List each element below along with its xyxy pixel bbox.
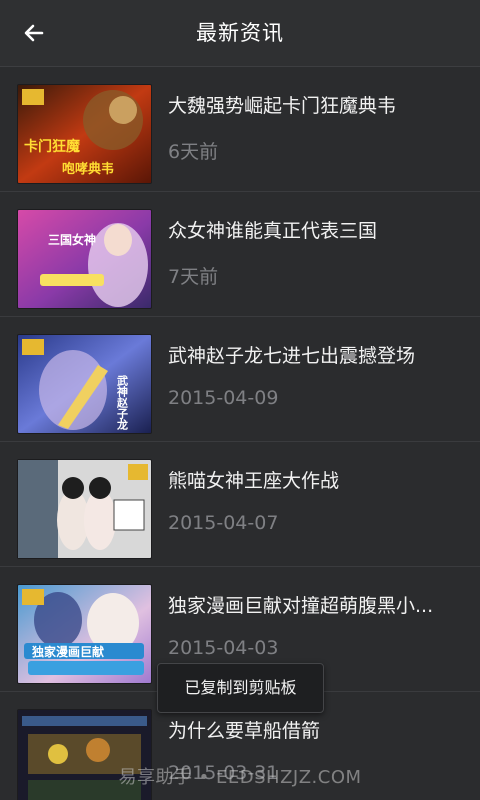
news-item-2[interactable]: 三国女神 众女神谁能真正代表三国 7天前 (0, 192, 480, 317)
news-title: 为什么要草船借箭 (168, 720, 321, 742)
news-thumbnail: 卡门狂魔 咆哮典韦 (18, 85, 151, 183)
news-item-1[interactable]: 卡门狂魔 咆哮典韦 大魏强势崛起卡门狂魔典韦 6天前 (0, 67, 480, 192)
news-date: 2015-04-09 (168, 387, 279, 409)
news-item-4[interactable]: 熊喵女神王座大作战 2015-04-07 (0, 442, 480, 567)
svg-text:武神赵子龙: 武神赵子龙 (116, 374, 130, 431)
svg-text:咆哮典韦: 咆哮典韦 (62, 161, 114, 177)
svg-text:独家漫画巨献: 独家漫画巨献 (31, 644, 104, 659)
top-app-bar: 最新资讯 (0, 0, 480, 67)
news-date: 6天前 (168, 141, 219, 163)
news-thumbnail: 三国女神 (18, 210, 151, 308)
watermark-text: 易享助手 • EEDSHZJZ.COM (118, 767, 362, 788)
news-date: 2015-04-03 (168, 637, 279, 659)
svg-text:三国女神: 三国女神 (48, 232, 96, 247)
svg-text:卡门狂魔: 卡门狂魔 (24, 138, 81, 155)
toast-message: 已复制到剪贴板 (157, 663, 324, 713)
news-thumbnail: 独家漫画巨献 (18, 585, 151, 683)
news-date: 7天前 (168, 266, 219, 288)
news-title: 武神赵子龙七进七出震撼登场 (168, 345, 416, 367)
page-title: 最新资讯 (196, 21, 284, 45)
news-item-3[interactable]: 武神赵子龙 武神赵子龙七进七出震撼登场 2015-04-09 (0, 317, 480, 442)
news-thumbnail: 武神赵子龙 (18, 335, 151, 433)
news-title: 独家漫画巨献对撞超萌腹黑小... (168, 595, 434, 617)
news-thumbnail (18, 460, 151, 558)
news-title: 大魏强势崛起卡门狂魔典韦 (168, 95, 397, 117)
news-date: 2015-04-07 (168, 512, 279, 534)
news-title: 熊喵女神王座大作战 (168, 470, 340, 492)
news-title: 众女神谁能真正代表三国 (168, 220, 378, 242)
